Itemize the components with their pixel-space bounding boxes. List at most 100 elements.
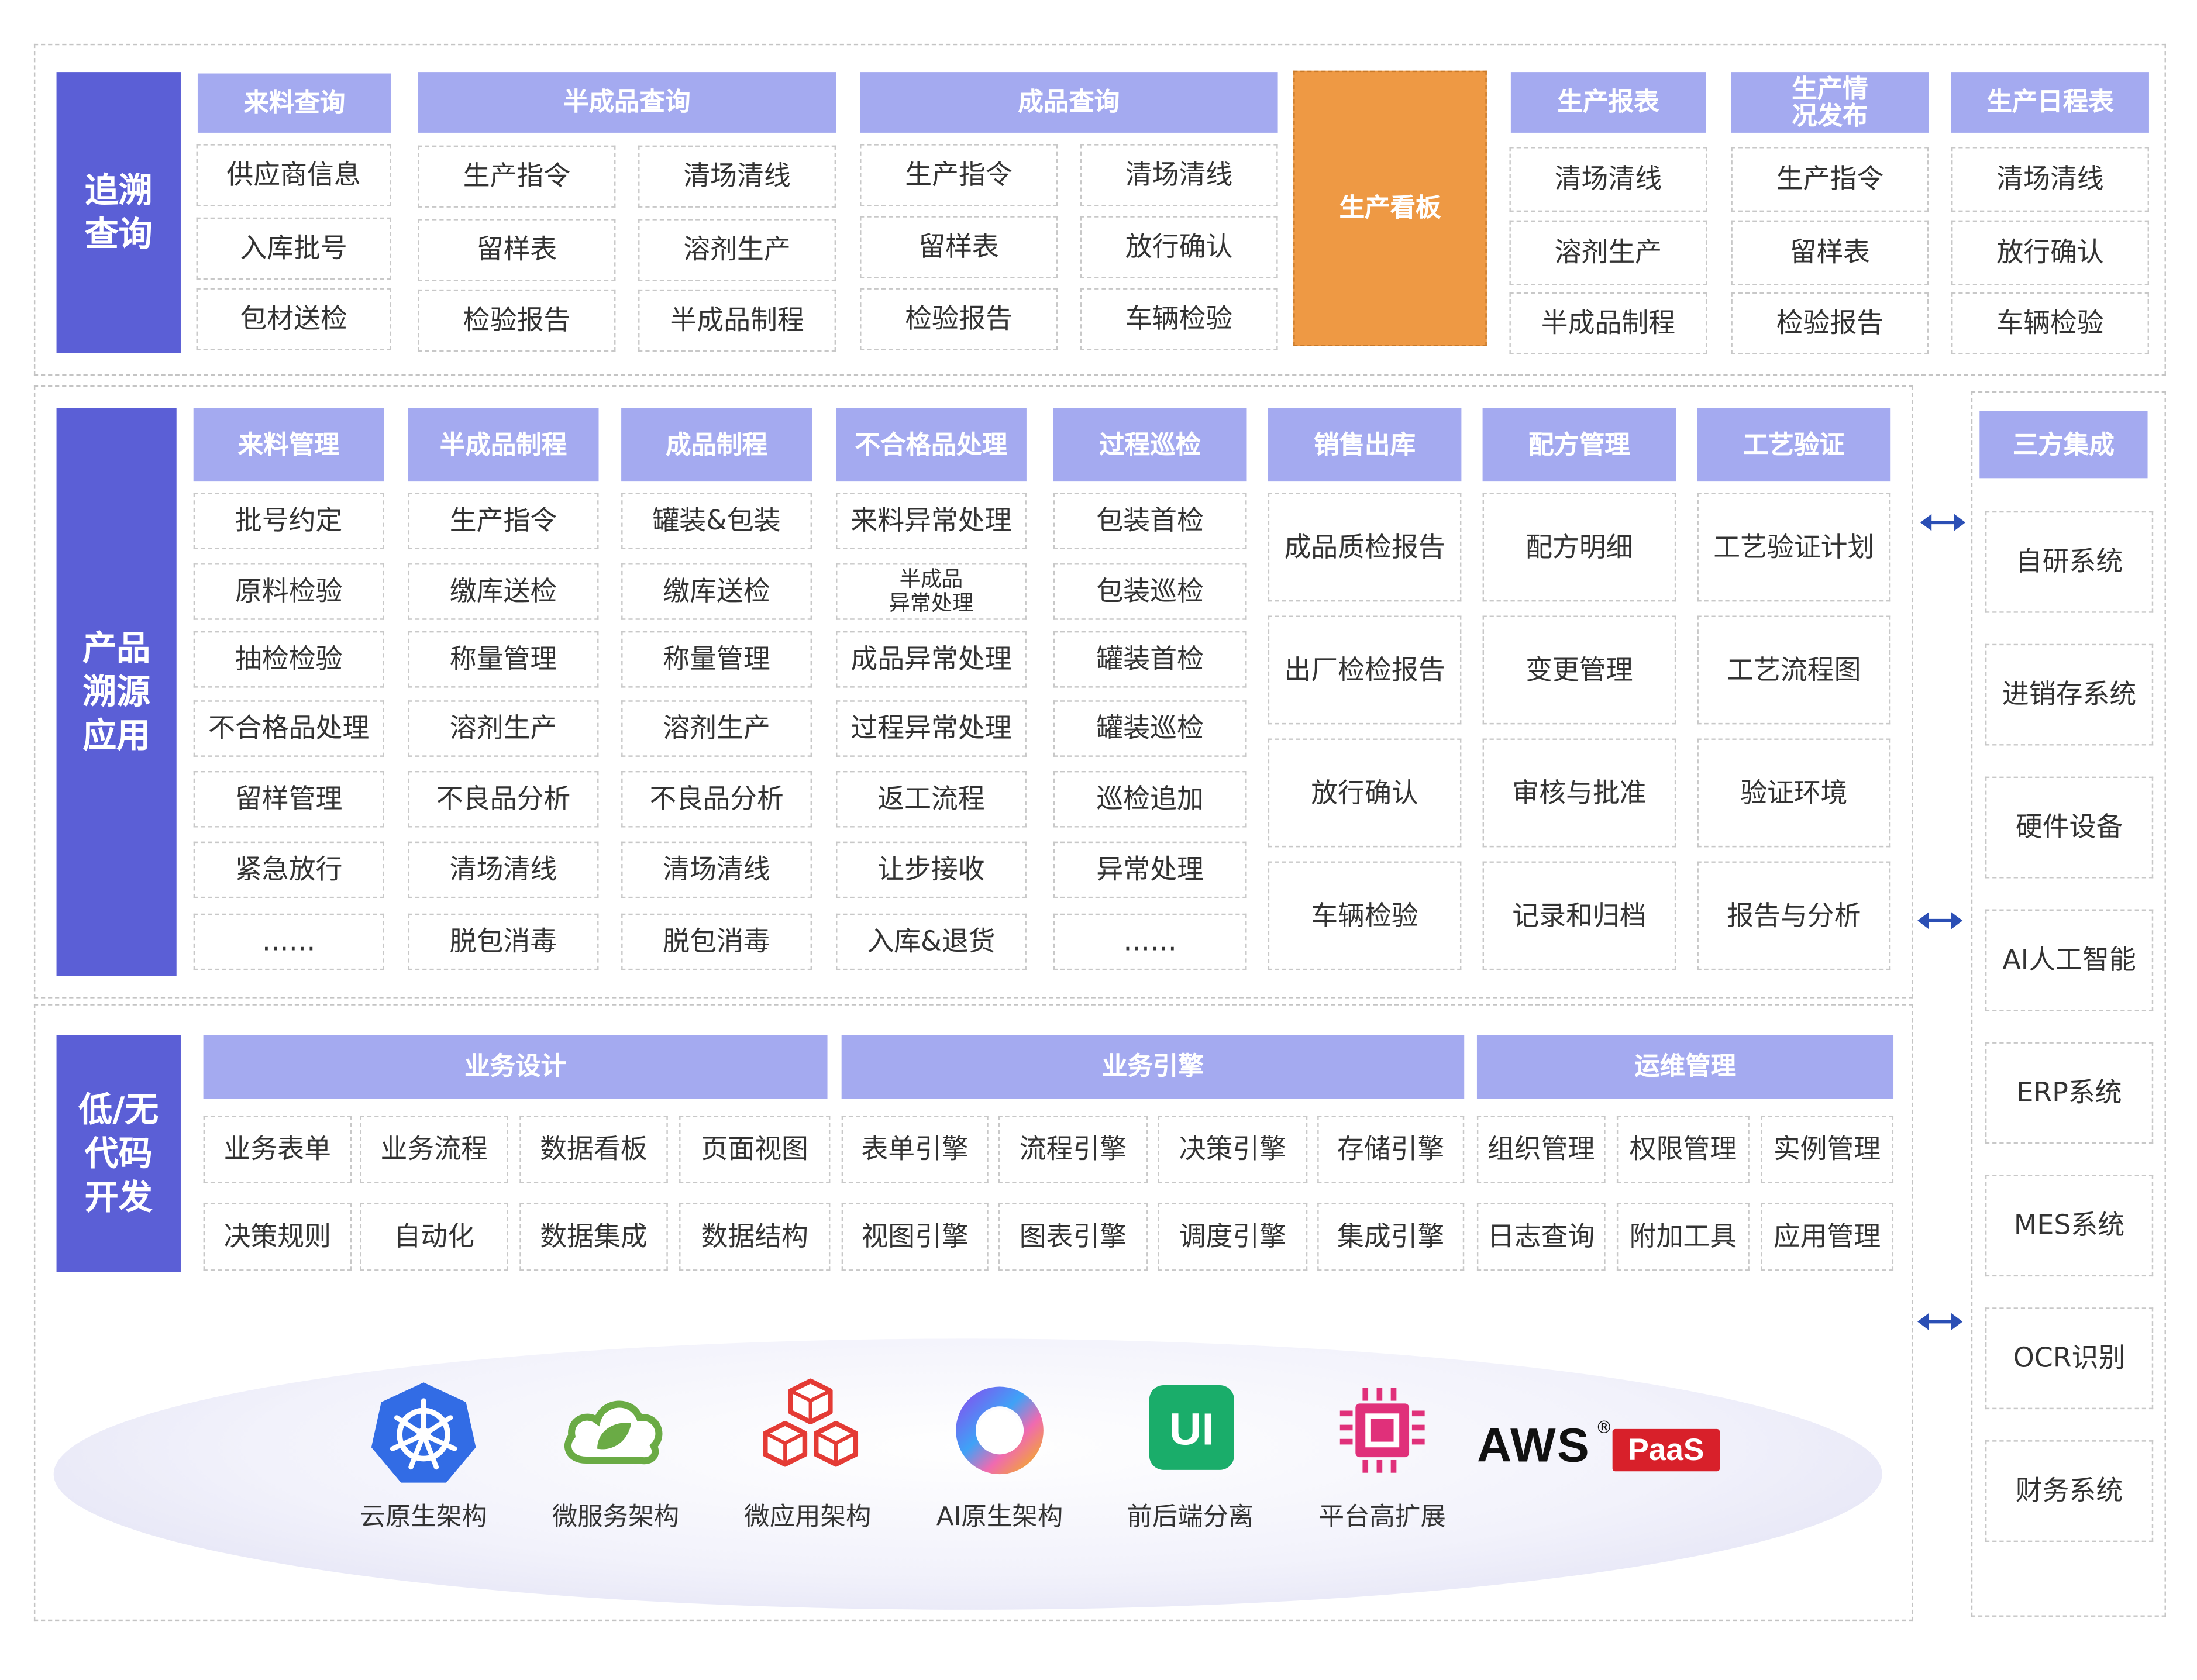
lowcode-item: 数据结构 [679, 1203, 831, 1271]
product-item: 巡检追加 [1053, 770, 1247, 828]
product-item: 放行确认 [1268, 738, 1462, 848]
product-item: 称量管理 [408, 631, 599, 688]
product-item: 返工流程 [836, 770, 1027, 828]
trace-item: 生产指令 [418, 145, 616, 208]
product-column-header: 半成品制程 [408, 408, 599, 482]
product-item: 出厂检检报告 [1268, 615, 1462, 725]
trace-header: 来料查询 [197, 73, 391, 133]
trace-item: 清场清线 [1951, 147, 2149, 212]
trace-item: 溶剂生产 [1509, 220, 1707, 285]
trace-header: 生产情 况发布 [1731, 72, 1929, 133]
aws-registered-mark: ® [1595, 1417, 1613, 1438]
lowcode-item: 日志查询 [1476, 1203, 1606, 1271]
trace-item: 车辆检验 [1080, 288, 1278, 350]
lowcode-item: 数据集成 [519, 1203, 668, 1271]
trace-header: 生产日程表 [1951, 72, 2149, 133]
product-column-header: 成品制程 [621, 408, 812, 482]
integration-item: 硬件设备 [1985, 776, 2154, 879]
cloud-leaf-icon [564, 1400, 663, 1465]
trace-item: 检验报告 [1731, 292, 1929, 354]
kubernetes-icon [371, 1382, 476, 1483]
product-item: 脱包消毒 [621, 913, 812, 970]
lowcode-item: 视图引擎 [841, 1203, 989, 1271]
product-item: 过程异常处理 [836, 700, 1027, 757]
product-item: 成品异常处理 [836, 631, 1027, 688]
integration-item: AI人工智能 [1985, 909, 2154, 1011]
product-item: 来料异常处理 [836, 493, 1027, 550]
trace-item: 留样表 [418, 219, 616, 281]
lowcode-item: 应用管理 [1761, 1203, 1894, 1271]
tech-label: 微应用架构 [744, 1502, 872, 1533]
product-item: 工艺流程图 [1697, 615, 1891, 725]
trace-item: 生产指令 [1731, 147, 1929, 212]
integration-item: OCR识别 [1985, 1307, 2154, 1410]
product-item: 成品质检报告 [1268, 493, 1462, 602]
product-item: 抽检检验 [193, 631, 384, 688]
lowcode-header: 运维管理 [1476, 1035, 1894, 1099]
product-item: 清场清线 [621, 841, 812, 898]
product-item: 称量管理 [621, 631, 812, 688]
integration-header: 三方集成 [1979, 411, 2148, 479]
lowcode-item: 附加工具 [1616, 1203, 1750, 1271]
product-item: 缴库送检 [621, 563, 812, 620]
trace-item: 入库批号 [196, 217, 391, 280]
trace-header: 生产报表 [1510, 72, 1706, 133]
trace-item: 清场清线 [1080, 144, 1278, 206]
lowcode-item: 权限管理 [1616, 1115, 1750, 1183]
trace-item: 生产指令 [860, 144, 1058, 206]
product-item: 异常处理 [1053, 841, 1247, 898]
trace-item: 清场清线 [1509, 147, 1707, 212]
integration-item: 财务系统 [1985, 1440, 2154, 1542]
product-item: 记录和归档 [1482, 861, 1676, 970]
lowcode-item: 图表引擎 [998, 1203, 1148, 1271]
tech-label: 云原生架构 [360, 1502, 487, 1533]
ai-ring-icon [956, 1386, 1044, 1475]
integration-item: ERP系统 [1985, 1042, 2154, 1144]
lowcode-section-label: 低/无 代码 开发 [56, 1035, 181, 1272]
trace-item: 包材送检 [196, 288, 391, 350]
lowcode-item: 集成引擎 [1317, 1203, 1465, 1271]
product-item: 报告与分析 [1697, 861, 1891, 970]
trace-item: 半成品制程 [638, 289, 836, 352]
product-item: …… [193, 913, 384, 970]
product-column-header: 销售出库 [1268, 408, 1462, 482]
product-item: 清场清线 [408, 841, 599, 898]
integration-item: MES系统 [1985, 1175, 2154, 1277]
product-item: 批号约定 [193, 493, 384, 550]
tech-label: 微服务架构 [552, 1502, 680, 1533]
lowcode-item: 数据看板 [519, 1115, 668, 1183]
chip-icon [1339, 1388, 1425, 1473]
lowcode-item: 页面视图 [679, 1115, 831, 1183]
lowcode-item: 调度引擎 [1158, 1203, 1308, 1271]
product-item: 原料检验 [193, 563, 384, 620]
svg-text:UI: UI [1169, 1404, 1214, 1454]
trace-item: 检验报告 [860, 288, 1058, 350]
product-item: 不良品分析 [621, 770, 812, 828]
product-item: 不合格品处理 [193, 700, 384, 757]
cubes-icon [763, 1378, 859, 1467]
paas-badge: PaaS [1612, 1428, 1720, 1472]
trace-item: 清场清线 [638, 145, 836, 208]
lowcode-header: 业务设计 [203, 1035, 828, 1099]
product-item: 缴库送检 [408, 563, 599, 620]
product-item: 工艺验证计划 [1697, 493, 1891, 602]
trace-section-label: 追溯 查询 [56, 72, 181, 353]
product-item: 不良品分析 [408, 770, 599, 828]
lowcode-item: 流程引擎 [998, 1115, 1148, 1183]
product-item: 包装巡检 [1053, 563, 1247, 620]
aws-logo: AWS [1476, 1419, 1591, 1473]
product-item: 包装首检 [1053, 493, 1247, 550]
trace-item: 车辆检验 [1951, 292, 2149, 354]
product-item: 罐装巡检 [1053, 700, 1247, 757]
lowcode-item: 业务流程 [360, 1115, 509, 1183]
trace-item: 留样表 [860, 216, 1058, 278]
product-column-header: 工艺验证 [1697, 408, 1891, 482]
product-item: 审核与批准 [1482, 738, 1676, 848]
product-item: …… [1053, 913, 1247, 970]
product-column-header: 不合格品处理 [836, 408, 1027, 482]
product-item: 让步接收 [836, 841, 1027, 898]
architecture-diagram: 追溯 查询 来料查询 供应商信息 入库批号 包材送检 半成品查询 生产指令 清场… [0, 0, 2197, 1679]
lowcode-item: 存储引擎 [1317, 1115, 1465, 1183]
lowcode-item: 决策引擎 [1158, 1115, 1308, 1183]
trace-item: 溶剂生产 [638, 219, 836, 281]
